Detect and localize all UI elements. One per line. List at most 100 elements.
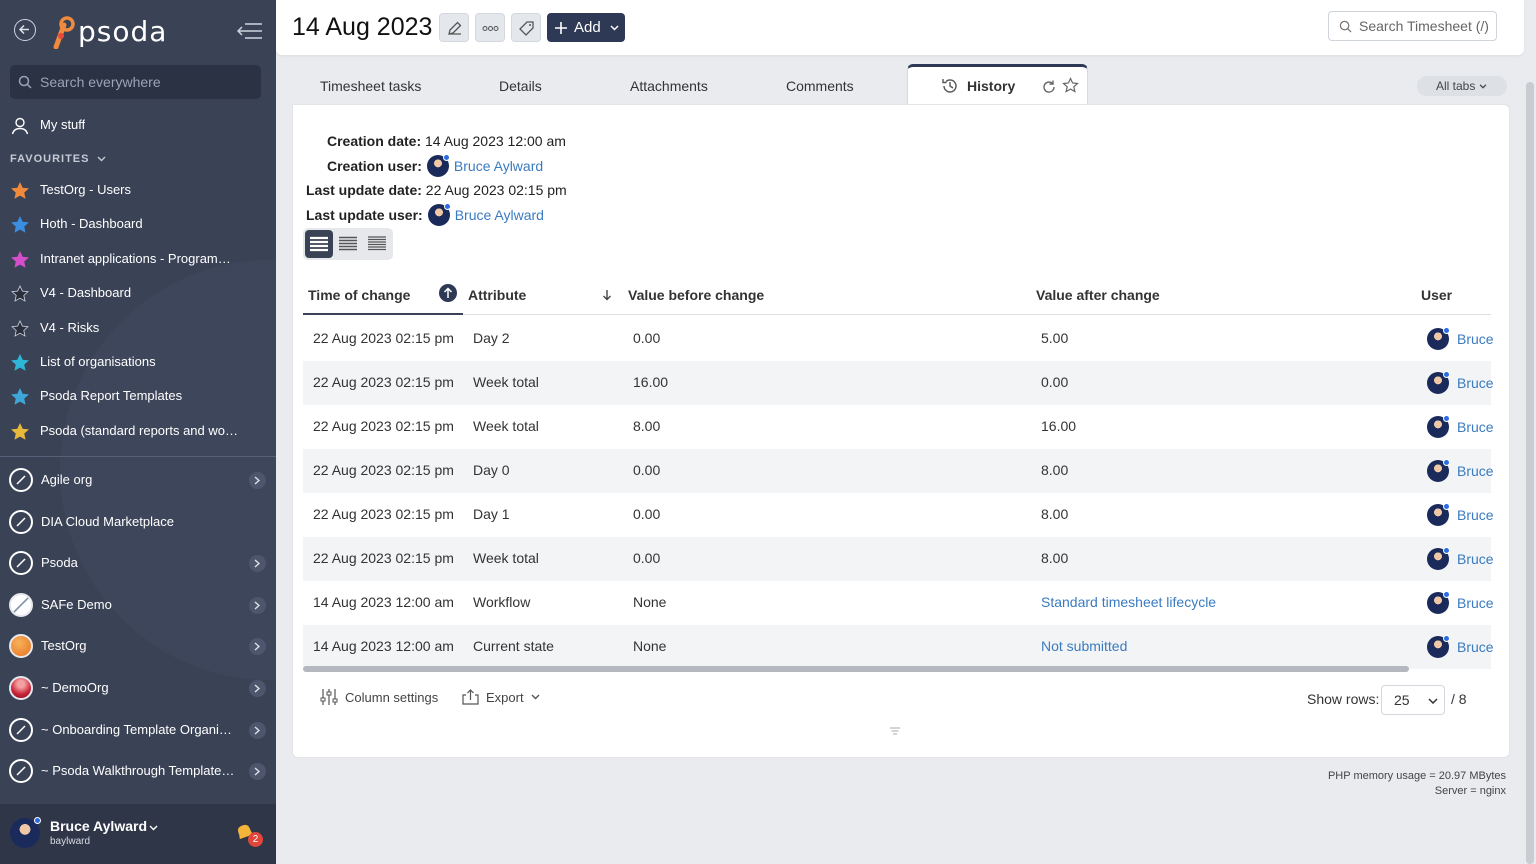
page-vertical-scrollbar[interactable]	[1526, 82, 1534, 864]
sidebar-organisation-item[interactable]: TestOrg	[0, 626, 276, 666]
sidebar-favourite-item[interactable]: V4 - Dashboard	[0, 276, 276, 310]
column-settings-button[interactable]: Column settings	[320, 688, 438, 706]
sidebar-organisation-item[interactable]: SAFe Demo	[0, 585, 276, 625]
sidebar-favourite-item[interactable]: Psoda Report Templates	[0, 379, 276, 413]
refresh-icon[interactable]	[1041, 79, 1057, 95]
expand-organisation-button[interactable]	[249, 596, 266, 614]
cell-user[interactable]: Bruce	[1427, 327, 1494, 351]
sidebar-favourite-item[interactable]: Psoda (standard reports and work...	[0, 414, 276, 448]
sidebar-organisation-item[interactable]: ~ Psoda Walkthrough Template P...	[0, 751, 276, 791]
table-header: Time of change Attribute Value before ch…	[303, 277, 1491, 315]
user-link[interactable]: Bruce	[1457, 551, 1494, 567]
psoda-logo[interactable]: psoda	[50, 13, 167, 49]
back-button[interactable]	[14, 19, 36, 41]
favourites-heading[interactable]: FAVOURITES	[10, 153, 106, 165]
sidebar-organisation-item[interactable]: Psoda	[0, 543, 276, 583]
column-header-time[interactable]: Time of change	[308, 287, 410, 303]
export-label: Export	[486, 689, 524, 705]
column-header-value-before[interactable]: Value before change	[628, 287, 764, 303]
horizontal-scrollbar[interactable]	[303, 666, 1409, 672]
cell-user[interactable]: Bruce	[1427, 459, 1494, 483]
page-header: 14 Aug 2023 Add	[276, 0, 1524, 55]
creation-date-label: Creation date:	[327, 133, 422, 149]
export-button[interactable]: Export	[462, 689, 540, 705]
user-link[interactable]: Bruce	[1457, 419, 1494, 435]
compass-icon	[9, 509, 33, 534]
server-info: Server = nginx	[1434, 785, 1506, 797]
star-icon[interactable]	[1062, 77, 1079, 94]
edit-button[interactable]	[439, 13, 469, 42]
star-icon	[11, 182, 29, 199]
sidebar-favourite-item[interactable]: TestOrg - Users	[0, 173, 276, 207]
user-link[interactable]: Bruce	[1457, 639, 1494, 655]
expand-organisation-button[interactable]	[249, 638, 266, 656]
cell-value-after[interactable]: Standard timesheet lifecycle	[1041, 594, 1216, 610]
star-icon	[11, 319, 29, 337]
add-button[interactable]: Add	[547, 13, 625, 42]
sidebar-item-my-stuff[interactable]: My stuff	[0, 108, 276, 142]
cell-value-after: 8.00	[1041, 462, 1069, 478]
cell-attribute: Day 1	[473, 506, 510, 522]
all-tabs-button[interactable]: All tabs	[1417, 76, 1507, 96]
column-header-attribute[interactable]: Attribute	[468, 287, 526, 303]
arrow-down-icon[interactable]	[602, 289, 612, 301]
user-link[interactable]: Bruce	[1457, 463, 1494, 479]
cell-time: 14 Aug 2023 12:00 am	[313, 638, 454, 654]
density-comfortable-button[interactable]	[305, 230, 333, 258]
cell-user[interactable]: Bruce	[1427, 635, 1494, 659]
column-header-value-after[interactable]: Value after change	[1036, 287, 1160, 303]
expand-organisation-button[interactable]	[249, 680, 266, 697]
cell-user[interactable]: Bruce	[1427, 503, 1494, 527]
tab-history[interactable]: History	[907, 64, 1088, 105]
tab-attachments[interactable]: Attachments	[630, 78, 708, 94]
notifications-button[interactable]: 2	[234, 822, 264, 850]
list-medium-icon	[339, 236, 357, 251]
sidebar-organisation-item[interactable]: ~ Onboarding Template Organisa...	[0, 710, 276, 750]
density-compact-button[interactable]	[363, 230, 391, 258]
resize-handle-icon[interactable]	[889, 727, 901, 735]
expand-organisation-button[interactable]	[249, 721, 266, 739]
sidebar-organisation-item[interactable]: Agile org	[0, 460, 276, 500]
global-search-input[interactable]	[40, 65, 255, 99]
last-update-user-row: Last update user: Bruce Aylward	[306, 203, 544, 226]
cell-user[interactable]: Bruce	[1427, 547, 1494, 571]
tab-comments[interactable]: Comments	[786, 78, 854, 94]
cell-value-after: 16.00	[1041, 418, 1077, 434]
user-link[interactable]: Bruce	[1457, 595, 1494, 611]
sidebar-organisation-item[interactable]: ~ DemoOrg	[0, 668, 276, 708]
ellipsis-icon	[482, 26, 499, 31]
cell-user[interactable]: Bruce	[1427, 371, 1494, 395]
user-link[interactable]: Bruce	[1457, 375, 1494, 391]
show-rows-select[interactable]: 25	[1381, 685, 1445, 715]
timesheet-search-input[interactable]	[1359, 12, 1493, 40]
sidebar-favourite-item[interactable]: Hoth - Dashboard	[0, 207, 276, 241]
user-link[interactable]: Bruce	[1457, 331, 1494, 347]
creation-user-label: Creation user:	[327, 158, 422, 174]
cell-user[interactable]: Bruce	[1427, 415, 1494, 439]
tab-details[interactable]: Details	[499, 78, 542, 94]
sidebar-favourite-item[interactable]: V4 - Risks	[0, 311, 276, 345]
tab-timesheet-tasks[interactable]: Timesheet tasks	[320, 78, 421, 94]
cell-user[interactable]: Bruce	[1427, 591, 1494, 615]
expand-organisation-button[interactable]	[249, 555, 266, 573]
cell-value-before: 16.00	[633, 374, 669, 390]
tag-button[interactable]	[511, 13, 541, 42]
logo-text: psoda	[78, 14, 168, 48]
user-link[interactable]: Bruce	[1457, 507, 1494, 523]
sidebar-organisation-item[interactable]: DIA Cloud Marketplace	[0, 502, 276, 542]
expand-organisation-button[interactable]	[249, 472, 266, 489]
last-update-user-link[interactable]: Bruce Aylward	[455, 207, 544, 223]
more-options-button[interactable]	[475, 13, 505, 42]
sort-ascending-button[interactable]	[439, 284, 457, 302]
column-header-user[interactable]: User	[1421, 287, 1452, 303]
density-normal-button[interactable]	[334, 230, 362, 258]
sidebar-favourite-item[interactable]: List of organisations	[0, 345, 276, 379]
sidebar-favourite-item[interactable]: Intranet applications - Programme...	[0, 242, 276, 276]
sorted-column-indicator	[303, 313, 463, 315]
table-row: 22 Aug 2023 02:15 pm Week total 8.00 16.00 B…	[303, 405, 1494, 449]
sidebar-collapse-button[interactable]	[236, 22, 263, 45]
creation-user-link[interactable]: Bruce Aylward	[454, 158, 543, 174]
cell-value-after[interactable]: Not submitted	[1041, 638, 1127, 654]
expand-organisation-button[interactable]	[249, 763, 266, 781]
current-user-panel[interactable]: Bruce Aylward baylward 2	[0, 804, 276, 864]
